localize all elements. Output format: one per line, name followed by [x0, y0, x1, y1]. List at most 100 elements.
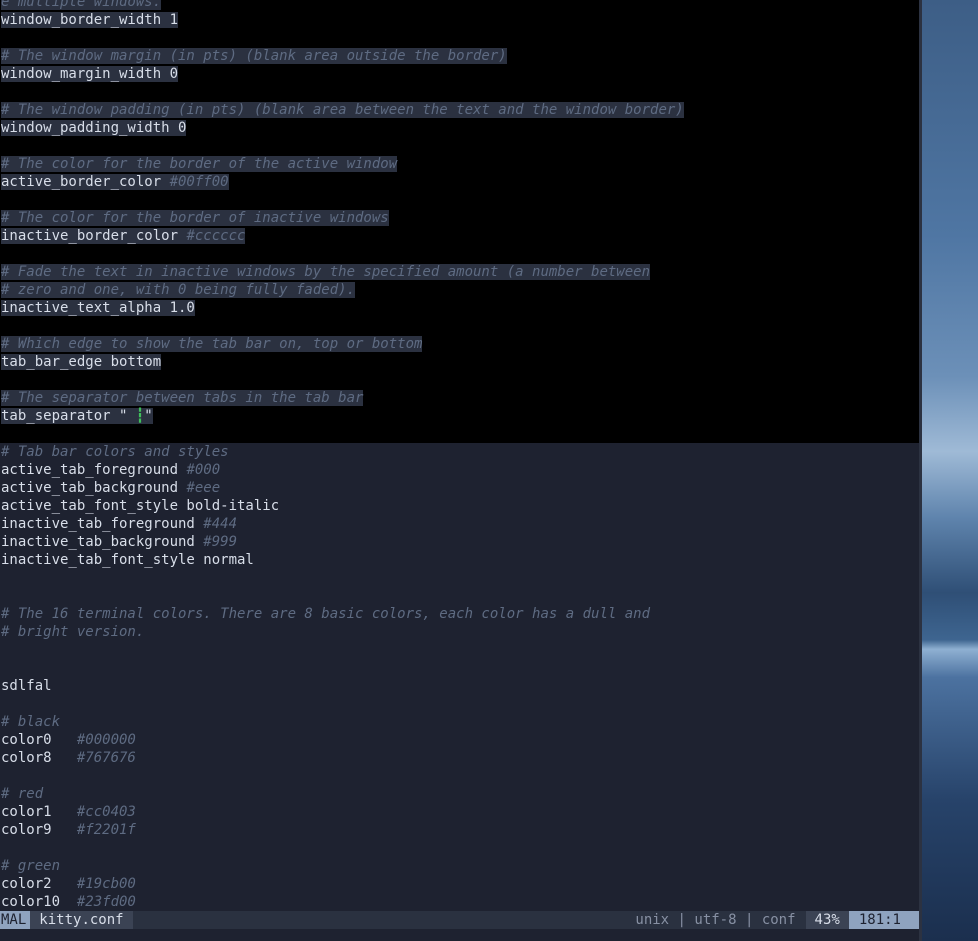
comment-text: # Tab bar colors and styles — [1, 444, 229, 460]
editor-line[interactable]: inactive_tab_foreground #444 — [0, 515, 919, 533]
editor-line[interactable]: color9 #f2201f — [0, 821, 919, 839]
color-value: #000 — [186, 462, 221, 478]
code-text: inactive_tab_font_style normal — [1, 552, 254, 568]
comment-text: e multiple windows. — [1, 0, 162, 10]
code-text: active_tab_background — [1, 480, 187, 496]
code-text: window_border_width 1 — [1, 12, 179, 28]
code-text: tab_bar_edge bottom — [1, 354, 162, 370]
editor-line[interactable]: tab_separator " ┇" — [0, 407, 919, 425]
editor-line[interactable] — [0, 317, 919, 335]
color-value: #cc0403 — [76, 804, 136, 820]
editor-line[interactable]: color0 #000000 — [0, 731, 919, 749]
mode-indicator: MAL — [0, 911, 31, 929]
editor-line[interactable]: active_border_color #00ff00 — [0, 173, 919, 191]
comment-text: # The window margin (in pts) (blank area… — [1, 48, 507, 64]
editor-line[interactable]: # green — [0, 857, 919, 875]
editor-line[interactable]: # The window padding (in pts) (blank are… — [0, 101, 919, 119]
editor-line[interactable]: sdlfal — [0, 677, 919, 695]
code-text: " — [144, 408, 153, 424]
code-text: inactive_border_color — [1, 228, 187, 244]
editor-line[interactable] — [0, 191, 919, 209]
editor-line[interactable]: active_tab_foreground #000 — [0, 461, 919, 479]
comment-text: # Fade the text in inactive windows by t… — [1, 264, 651, 280]
editor-line[interactable]: # Fade the text in inactive windows by t… — [0, 263, 919, 281]
color-value: #00ff00 — [169, 174, 229, 190]
color-value: #eee — [186, 480, 221, 496]
comment-text: # green — [1, 858, 61, 874]
editor-line[interactable] — [0, 659, 919, 677]
code-text: color2 — [1, 876, 77, 892]
editor-line[interactable]: window_border_width 1 — [0, 11, 919, 29]
editor-line[interactable]: color1 #cc0403 — [0, 803, 919, 821]
comment-text: # The color for the border of inactive w… — [1, 210, 389, 226]
editor-line[interactable] — [0, 83, 919, 101]
editor-line[interactable] — [0, 839, 919, 857]
editor-line[interactable] — [0, 371, 919, 389]
color-value: #444 — [203, 516, 238, 532]
editor-line[interactable]: inactive_border_color #cccccc — [0, 227, 919, 245]
code-text: window_padding_width 0 — [1, 120, 187, 136]
code-text: active_border_color — [1, 174, 170, 190]
code-text: color9 — [1, 822, 77, 838]
comment-text: # bright version. — [1, 624, 145, 640]
editor-line[interactable]: active_tab_font_style bold-italic — [0, 497, 919, 515]
comment-text: # black — [1, 714, 61, 730]
editor-line[interactable]: window_padding_width 0 — [0, 119, 919, 137]
editor-line[interactable]: inactive_text_alpha 1.0 — [0, 299, 919, 317]
color-value: #23fd00 — [76, 894, 136, 910]
comment-text: # Which edge to show the tab bar on, top… — [1, 336, 423, 352]
editor-line[interactable]: # zero and one, with 0 being fully faded… — [0, 281, 919, 299]
code-text: color8 — [1, 750, 77, 766]
comment-text: # The color for the border of the active… — [1, 156, 398, 172]
comment-text: # zero and one, with 0 being fully faded… — [1, 282, 356, 298]
editor-line[interactable] — [0, 29, 919, 47]
terminal-window[interactable]: e multiple windows. window_border_width 1… — [0, 0, 919, 941]
color-value: #767676 — [76, 750, 136, 766]
desktop-background — [922, 0, 978, 941]
editor-line[interactable]: window_margin_width 0 — [0, 65, 919, 83]
color-value: #000000 — [76, 732, 136, 748]
file-info: unix | utf-8 | conf — [635, 912, 796, 928]
color-value: #f2201f — [76, 822, 136, 838]
editor-line[interactable]: color8 #767676 — [0, 749, 919, 767]
editor-line[interactable]: tab_bar_edge bottom — [0, 353, 919, 371]
comment-text: # The window padding (in pts) (blank are… — [1, 102, 684, 118]
editor-line[interactable]: color2 #19cb00 — [0, 875, 919, 893]
editor-line[interactable]: # The window margin (in pts) (blank area… — [0, 47, 919, 65]
code-text: color0 — [1, 732, 77, 748]
code-text: color10 — [1, 894, 77, 910]
editor-line[interactable] — [0, 587, 919, 605]
editor-line[interactable]: color10 #23fd00 — [0, 893, 919, 911]
editor-pane-top[interactable]: e multiple windows. window_border_width 1… — [0, 0, 919, 443]
code-text: inactive_text_alpha 1.0 — [1, 300, 195, 316]
editor-line[interactable]: active_tab_background #eee — [0, 479, 919, 497]
status-line: MAL kitty.conf unix | utf-8 | conf 43% 1… — [0, 911, 919, 929]
editor-line[interactable]: e multiple windows. — [0, 0, 919, 11]
editor-line[interactable] — [0, 137, 919, 155]
editor-line[interactable]: # Tab bar colors and styles — [0, 443, 919, 461]
code-text: window_margin_width 0 — [1, 66, 179, 82]
editor-line[interactable] — [0, 641, 919, 659]
command-line[interactable] — [0, 929, 919, 941]
code-text: color1 — [1, 804, 77, 820]
editor-line[interactable]: # The separator between tabs in the tab … — [0, 389, 919, 407]
editor-pane-bottom[interactable]: # Tab bar colors and styles active_tab_fo… — [0, 443, 919, 911]
editor-line[interactable] — [0, 767, 919, 785]
cursor-position: 181:1 — [848, 911, 919, 929]
editor-line[interactable]: # The color for the border of inactive w… — [0, 209, 919, 227]
code-text: inactive_tab_foreground — [1, 516, 204, 532]
editor-line[interactable]: # red — [0, 785, 919, 803]
code-text: tab_separator " — [1, 408, 136, 424]
editor-line[interactable] — [0, 245, 919, 263]
editor-line[interactable]: inactive_tab_font_style normal — [0, 551, 919, 569]
editor-line[interactable] — [0, 695, 919, 713]
editor-line[interactable]: # The 16 terminal colors. There are 8 ba… — [0, 605, 919, 623]
editor-line[interactable] — [0, 569, 919, 587]
editor-line[interactable]: inactive_tab_background #999 — [0, 533, 919, 551]
code-text: active_tab_foreground — [1, 462, 187, 478]
editor-line[interactable]: # black — [0, 713, 919, 731]
scroll-percent: 43% — [805, 911, 849, 929]
editor-line[interactable]: # The color for the border of the active… — [0, 155, 919, 173]
editor-line[interactable]: # Which edge to show the tab bar on, top… — [0, 335, 919, 353]
editor-line[interactable]: # bright version. — [0, 623, 919, 641]
